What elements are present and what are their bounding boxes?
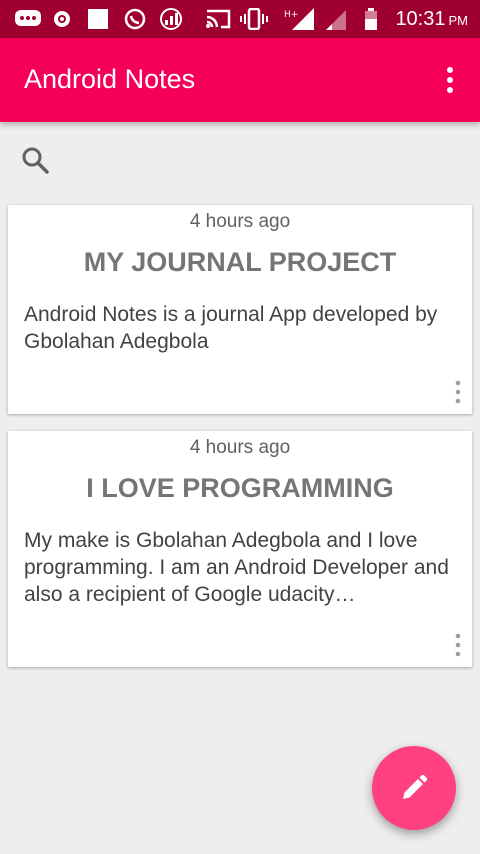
whatsapp-icon — [124, 8, 146, 30]
note-body: My make is Gbolahan Adegbola and I love … — [24, 529, 449, 606]
vibrate-icon — [240, 8, 268, 30]
square-icon — [88, 9, 108, 29]
more-vert-icon[interactable] — [442, 66, 458, 94]
note-title: MY JOURNAL PROJECT — [83, 247, 397, 277]
cast-icon — [206, 9, 231, 29]
target-icon — [54, 11, 70, 27]
battery-icon — [365, 8, 377, 30]
app-title: Android Notes — [24, 64, 196, 94]
signal-icon — [326, 10, 346, 30]
data-usage-icon — [160, 8, 182, 30]
note-card[interactable]: 4 hours ago I LOVE PROGRAMMING My make i… — [8, 431, 472, 667]
add-note-button[interactable] — [372, 746, 456, 830]
status-time: 10:31 PM — [395, 8, 468, 30]
hplus-signal-icon: H+ — [284, 8, 314, 30]
note-time: 4 hours ago — [189, 437, 291, 458]
svg-text:H+: H+ — [284, 10, 298, 20]
search-icon[interactable] — [20, 145, 50, 175]
note-card[interactable]: 4 hours ago MY JOURNAL PROJECT Android N… — [8, 205, 472, 414]
pencil-icon — [403, 774, 428, 799]
note-body: Android Notes is a journal App developed… — [24, 303, 438, 353]
note-menu-icon[interactable] — [452, 380, 464, 404]
note-time: 4 hours ago — [189, 211, 291, 232]
chat-notification-icon — [15, 10, 41, 26]
note-menu-icon[interactable] — [452, 633, 464, 657]
status-bar: H+ 10:31 PM — [0, 0, 480, 38]
app-bar: Android Notes — [0, 38, 480, 122]
note-title: I LOVE PROGRAMMING — [86, 473, 394, 503]
